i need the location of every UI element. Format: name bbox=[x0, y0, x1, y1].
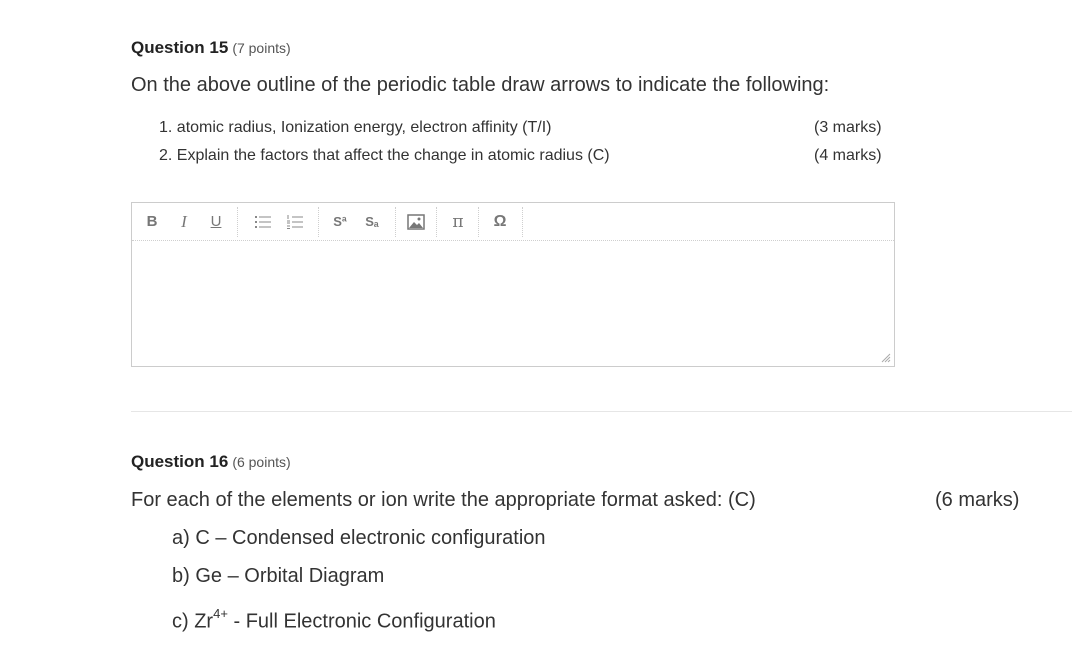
question-points: (6 points) bbox=[232, 454, 291, 470]
question-15-item-1-marks: (3 marks) bbox=[814, 119, 882, 136]
question-15-item-2-marks: (4 marks) bbox=[814, 147, 882, 164]
pi-icon: π bbox=[452, 212, 464, 232]
question-16-title: Question 16 (6 points) bbox=[131, 452, 291, 472]
answer-editor: B I U Sª Sₐ π Ω bbox=[131, 202, 895, 367]
underline-icon: U bbox=[210, 213, 222, 230]
toolbar-separator bbox=[395, 207, 396, 237]
subscript-icon: Sₐ bbox=[365, 214, 379, 229]
question-divider bbox=[131, 411, 1072, 412]
item-c-charge: 4+ bbox=[213, 606, 228, 621]
editor-toolbar: B I U Sª Sₐ π Ω bbox=[132, 203, 894, 241]
bold-icon: B bbox=[146, 213, 158, 230]
question-title-label: Question 15 bbox=[131, 38, 229, 57]
toolbar-separator bbox=[318, 207, 319, 237]
numbered-list-icon bbox=[287, 215, 303, 229]
question-16-prompt: For each of the elements or ion write th… bbox=[131, 489, 756, 511]
italic-button[interactable]: I bbox=[176, 211, 192, 233]
omega-icon: Ω bbox=[493, 213, 507, 230]
question-15-prompt: On the above outline of the periodic tab… bbox=[131, 74, 830, 96]
italic-icon: I bbox=[181, 212, 187, 231]
insert-symbol-button[interactable]: Ω bbox=[490, 211, 510, 233]
bold-button[interactable]: B bbox=[144, 211, 160, 233]
question-15-item-1: 1. atomic radius, Ionization energy, ele… bbox=[159, 119, 552, 136]
insert-image-button[interactable] bbox=[406, 211, 426, 233]
resize-grip-icon[interactable] bbox=[879, 351, 891, 363]
insert-pi-button[interactable]: π bbox=[448, 211, 468, 233]
question-16-item-b: b) Ge – Orbital Diagram bbox=[172, 565, 385, 587]
item-c-suffix: - Full Electronic Configuration bbox=[227, 610, 496, 633]
superscript-button[interactable]: Sª bbox=[330, 211, 350, 233]
answer-text-area[interactable] bbox=[132, 241, 894, 366]
toolbar-separator bbox=[237, 207, 238, 237]
item-c-prefix: c) Zr bbox=[172, 610, 214, 633]
question-15-item-2: 2. Explain the factors that affect the c… bbox=[159, 147, 610, 164]
image-icon bbox=[407, 214, 425, 230]
question-15-title: Question 15 (7 points) bbox=[131, 38, 291, 58]
question-points: (7 points) bbox=[232, 40, 291, 56]
subscript-button[interactable]: Sₐ bbox=[362, 211, 382, 233]
bullet-list-button[interactable] bbox=[253, 211, 273, 233]
bullet-list-icon bbox=[255, 216, 271, 228]
toolbar-separator bbox=[522, 207, 523, 237]
toolbar-separator bbox=[478, 207, 479, 237]
question-16-item-c: c) Zr4+ - Full Electronic Configuration bbox=[172, 606, 496, 634]
question-16-marks: (6 marks) bbox=[935, 489, 1020, 511]
superscript-icon: Sª bbox=[333, 214, 347, 229]
question-title-label: Question 16 bbox=[131, 452, 229, 471]
toolbar-separator bbox=[436, 207, 437, 237]
underline-button[interactable]: U bbox=[208, 211, 224, 233]
question-16-item-a: a) C – Condensed electronic configuratio… bbox=[172, 527, 546, 549]
numbered-list-button[interactable] bbox=[285, 211, 305, 233]
